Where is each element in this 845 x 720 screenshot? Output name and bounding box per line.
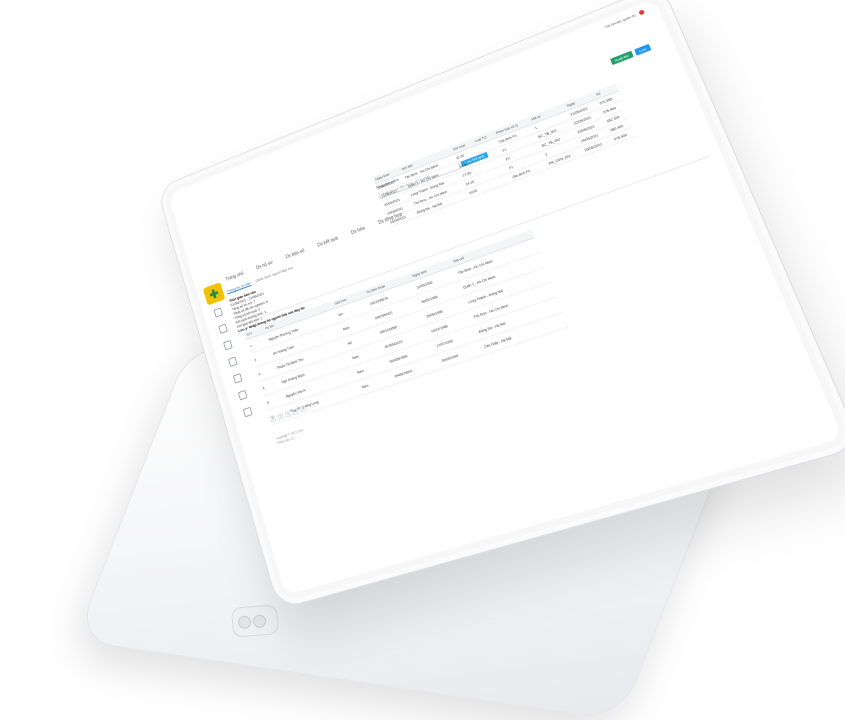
report-icon[interactable] — [237, 390, 247, 400]
settings-icon[interactable] — [242, 407, 252, 418]
camera-lens-icon — [238, 615, 252, 629]
camera-module — [231, 604, 279, 637]
topbar-tab[interactable]: Ds kết quả — [314, 234, 342, 251]
topbar-tab[interactable]: Ds hóa — [347, 223, 368, 238]
app-screen: Tài khoản quản trị Xuất file Lưu Nhập tì… — [168, 0, 843, 595]
tablet-device: Tài khoản quản trị Xuất file Lưu Nhập tì… — [156, 0, 845, 610]
topbar-tab[interactable]: Ds bàn số — [282, 246, 308, 262]
chart-icon[interactable] — [228, 357, 238, 367]
camera-lens-icon — [253, 614, 267, 628]
notification-icon[interactable] — [638, 9, 645, 15]
scene: Tài khoản quản trị Xuất file Lưu Nhập tì… — [0, 0, 845, 700]
save-button[interactable]: Lưu — [634, 44, 651, 56]
home-icon[interactable] — [213, 308, 222, 318]
export-button[interactable]: Xuất file — [610, 51, 634, 66]
app-logo[interactable] — [203, 282, 225, 305]
list-icon[interactable] — [218, 324, 227, 334]
footer: Copyright © 2021 CDC Phiên bản 1.0 — [276, 428, 306, 446]
user-icon[interactable] — [233, 373, 243, 383]
medical-cross-icon — [209, 288, 219, 299]
document-icon[interactable] — [223, 340, 233, 350]
